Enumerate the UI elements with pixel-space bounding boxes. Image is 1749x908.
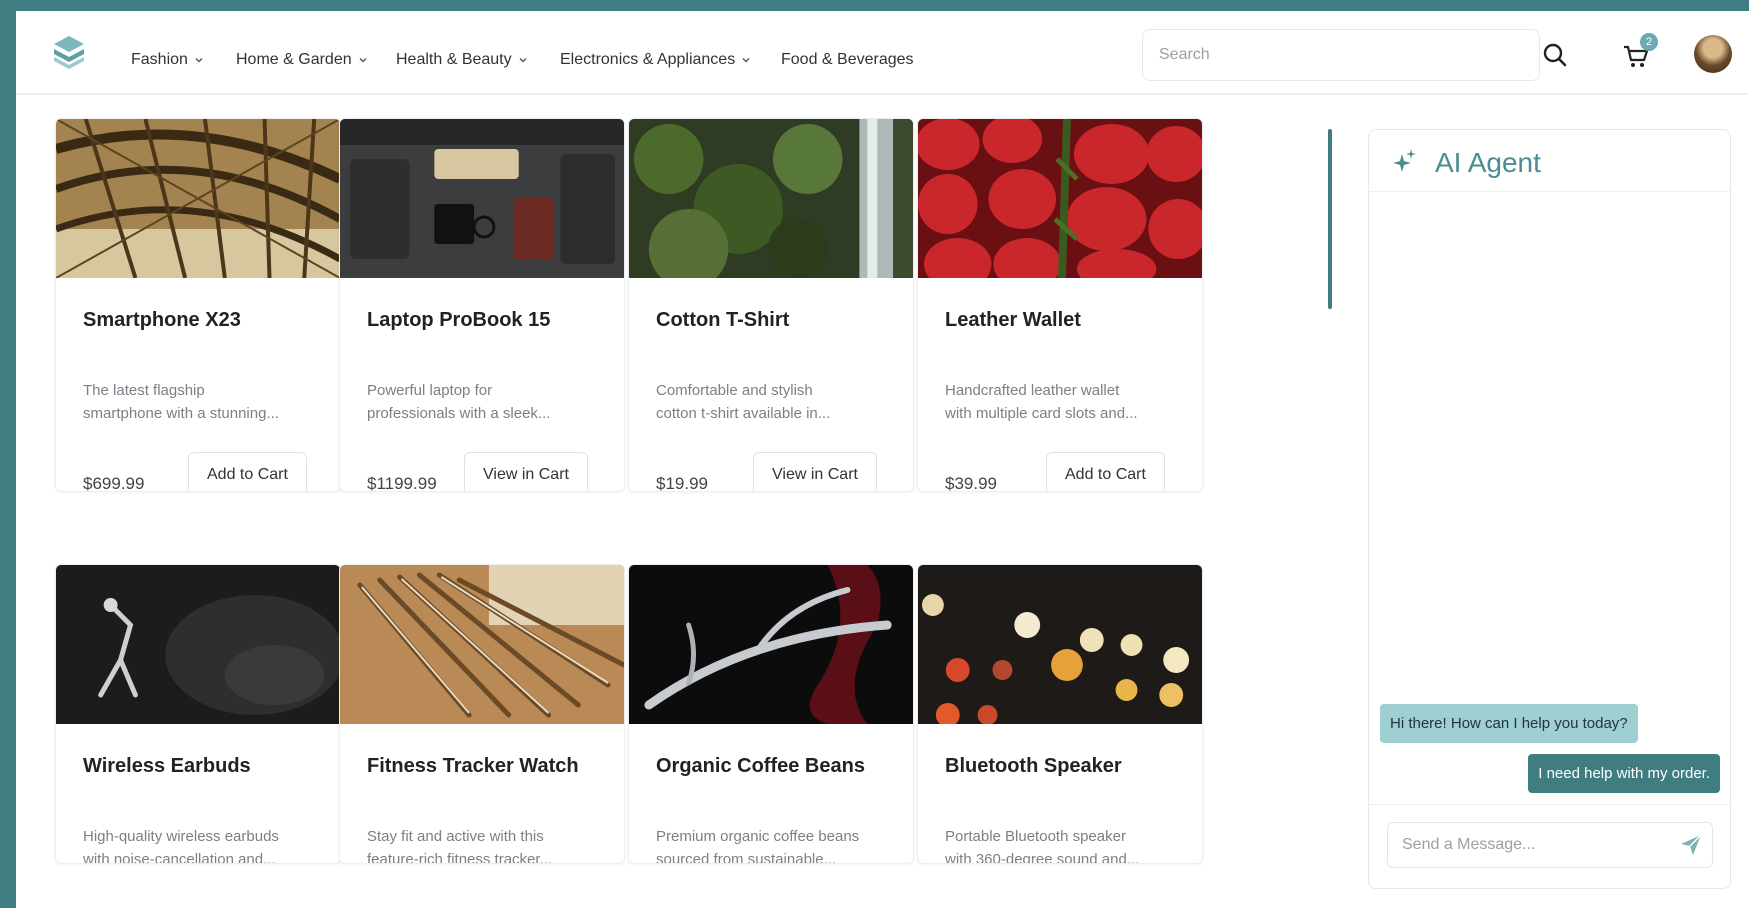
chat-message-bot: Hi there! How can I help you today? — [1380, 704, 1638, 743]
nav-food-beverages-label: Food & Beverages — [781, 51, 914, 68]
ai-agent-title: AI Agent — [1435, 147, 1541, 178]
product-description-line: with 360-degree sound and... — [945, 851, 1140, 864]
product-title: Fitness Tracker Watch — [367, 755, 579, 777]
avatar[interactable] — [1694, 35, 1732, 73]
product-image-bridge — [56, 119, 340, 278]
product-image-strawberries — [918, 119, 1202, 278]
ai-agent-header: AI Agent — [1369, 130, 1730, 192]
product-description-line: Comfortable and stylish — [656, 382, 813, 399]
product-card[interactable]: Wireless Earbuds High-quality wireless e… — [55, 564, 341, 864]
product-card[interactable]: Smartphone X23 The latest flagship smart… — [55, 118, 341, 492]
chevron-down-icon — [519, 58, 527, 63]
product-description-line: with noise-cancellation and... — [83, 851, 276, 864]
nav-electronics-label: Electronics & Appliances — [560, 51, 736, 68]
product-title: Organic Coffee Beans — [656, 755, 865, 777]
product-title: Bluetooth Speaker — [945, 755, 1122, 777]
product-description-line: Portable Bluetooth speaker — [945, 828, 1126, 845]
product-description-line: cotton t-shirt available in... — [656, 405, 831, 422]
message-input[interactable] — [1387, 822, 1713, 868]
product-card[interactable]: Laptop ProBook 15 Powerful laptop for pr… — [339, 118, 625, 492]
nav-health-beauty-label: Health & Beauty — [396, 51, 512, 68]
product-description-line: sourced from sustainable... — [656, 851, 837, 864]
sparkle-icon — [1393, 149, 1416, 172]
nav-home-garden[interactable]: Home & Garden — [236, 51, 368, 69]
nav-electronics-appliances[interactable]: Electronics & Appliances — [560, 51, 751, 69]
product-title: Smartphone X23 — [83, 309, 241, 331]
view-in-cart-button[interactable]: View in Cart — [464, 452, 588, 491]
product-description-line: Stay fit and active with this — [367, 828, 544, 845]
add-to-cart-button[interactable]: Add to Cart — [188, 452, 307, 491]
chevron-down-icon — [195, 58, 203, 63]
product-list-scrollbar[interactable] — [1328, 129, 1332, 309]
product-description-line: The latest flagship — [83, 382, 205, 399]
send-icon[interactable] — [1679, 833, 1703, 857]
product-card[interactable]: Organic Coffee Beans Premium organic cof… — [628, 564, 914, 864]
product-description: Comfortable and stylish cotton t-shirt a… — [656, 379, 896, 425]
add-to-cart-button[interactable]: Add to Cart — [1046, 452, 1165, 491]
product-card[interactable]: Fitness Tracker Watch Stay fit and activ… — [339, 564, 625, 864]
product-card[interactable]: Cotton T-Shirt Comfortable and stylish c… — [628, 118, 914, 492]
product-description-line: professionals with a sleek... — [367, 405, 551, 422]
product-description: High-quality wireless earbuds with noise… — [83, 825, 323, 864]
search-icon[interactable] — [1542, 42, 1568, 68]
product-description: Portable Bluetooth speaker with 360-degr… — [945, 825, 1185, 864]
nav-fashion-label: Fashion — [131, 51, 188, 68]
product-title: Leather Wallet — [945, 309, 1081, 331]
product-price: $19.99 — [656, 474, 708, 492]
nav-food-beverages[interactable]: Food & Beverages — [781, 51, 914, 69]
cart-count-badge: 2 — [1640, 33, 1658, 51]
product-description-line: Powerful laptop for — [367, 382, 493, 399]
ai-agent-panel: AI Agent Hi there! How can I help you to… — [1368, 129, 1731, 889]
product-price: $699.99 — [83, 474, 145, 492]
nav-home-garden-label: Home & Garden — [236, 51, 352, 68]
product-description-line: with multiple card slots and... — [945, 405, 1138, 422]
product-price: $39.99 — [945, 474, 997, 492]
product-title: Cotton T-Shirt — [656, 309, 790, 331]
product-description-line: Handcrafted leather wallet — [945, 382, 1120, 399]
product-description-line: smartphone with a stunning... — [83, 405, 279, 422]
nav-fashion[interactable]: Fashion — [131, 51, 204, 69]
view-in-cart-button[interactable]: View in Cart — [753, 452, 877, 491]
chevron-down-icon — [742, 58, 750, 63]
product-description-line: High-quality wireless earbuds — [83, 828, 279, 845]
product-description-line: Premium organic coffee beans — [656, 828, 860, 845]
product-description: The latest flagship smartphone with a st… — [83, 379, 323, 425]
product-price: $1199.99 — [367, 474, 437, 492]
divider — [1369, 804, 1730, 805]
nav-health-beauty[interactable]: Health & Beauty — [396, 51, 528, 69]
app-frame: Fashion Home & Garden Health & Beauty El… — [16, 11, 1749, 908]
product-description: Premium organic coffee beans sourced fro… — [656, 825, 896, 864]
stack-logo-icon[interactable] — [50, 33, 88, 71]
product-image-pencils — [340, 565, 624, 724]
product-card[interactable]: Leather Wallet Handcrafted leather walle… — [917, 118, 1203, 492]
product-image-waterfall — [629, 119, 913, 278]
product-image-desk — [340, 119, 624, 278]
product-image-bokeh — [918, 565, 1202, 724]
top-navbar: Fashion Home & Garden Health & Beauty El… — [16, 11, 1749, 95]
product-title: Laptop ProBook 15 — [367, 309, 551, 331]
product-image-antler — [629, 565, 913, 724]
chevron-down-icon — [359, 58, 367, 63]
product-description: Handcrafted leather wallet with multiple… — [945, 379, 1185, 425]
product-image-diver — [56, 565, 340, 724]
search-input[interactable] — [1142, 29, 1540, 81]
product-description-line: feature-rich fitness tracker... — [367, 851, 553, 864]
chat-message-user: I need help with my order. — [1528, 754, 1720, 793]
product-card[interactable]: Bluetooth Speaker Portable Bluetooth spe… — [917, 564, 1203, 864]
product-title: Wireless Earbuds — [83, 755, 251, 777]
product-description: Stay fit and active with this feature-ri… — [367, 825, 607, 864]
product-description: Powerful laptop for professionals with a… — [367, 379, 607, 425]
